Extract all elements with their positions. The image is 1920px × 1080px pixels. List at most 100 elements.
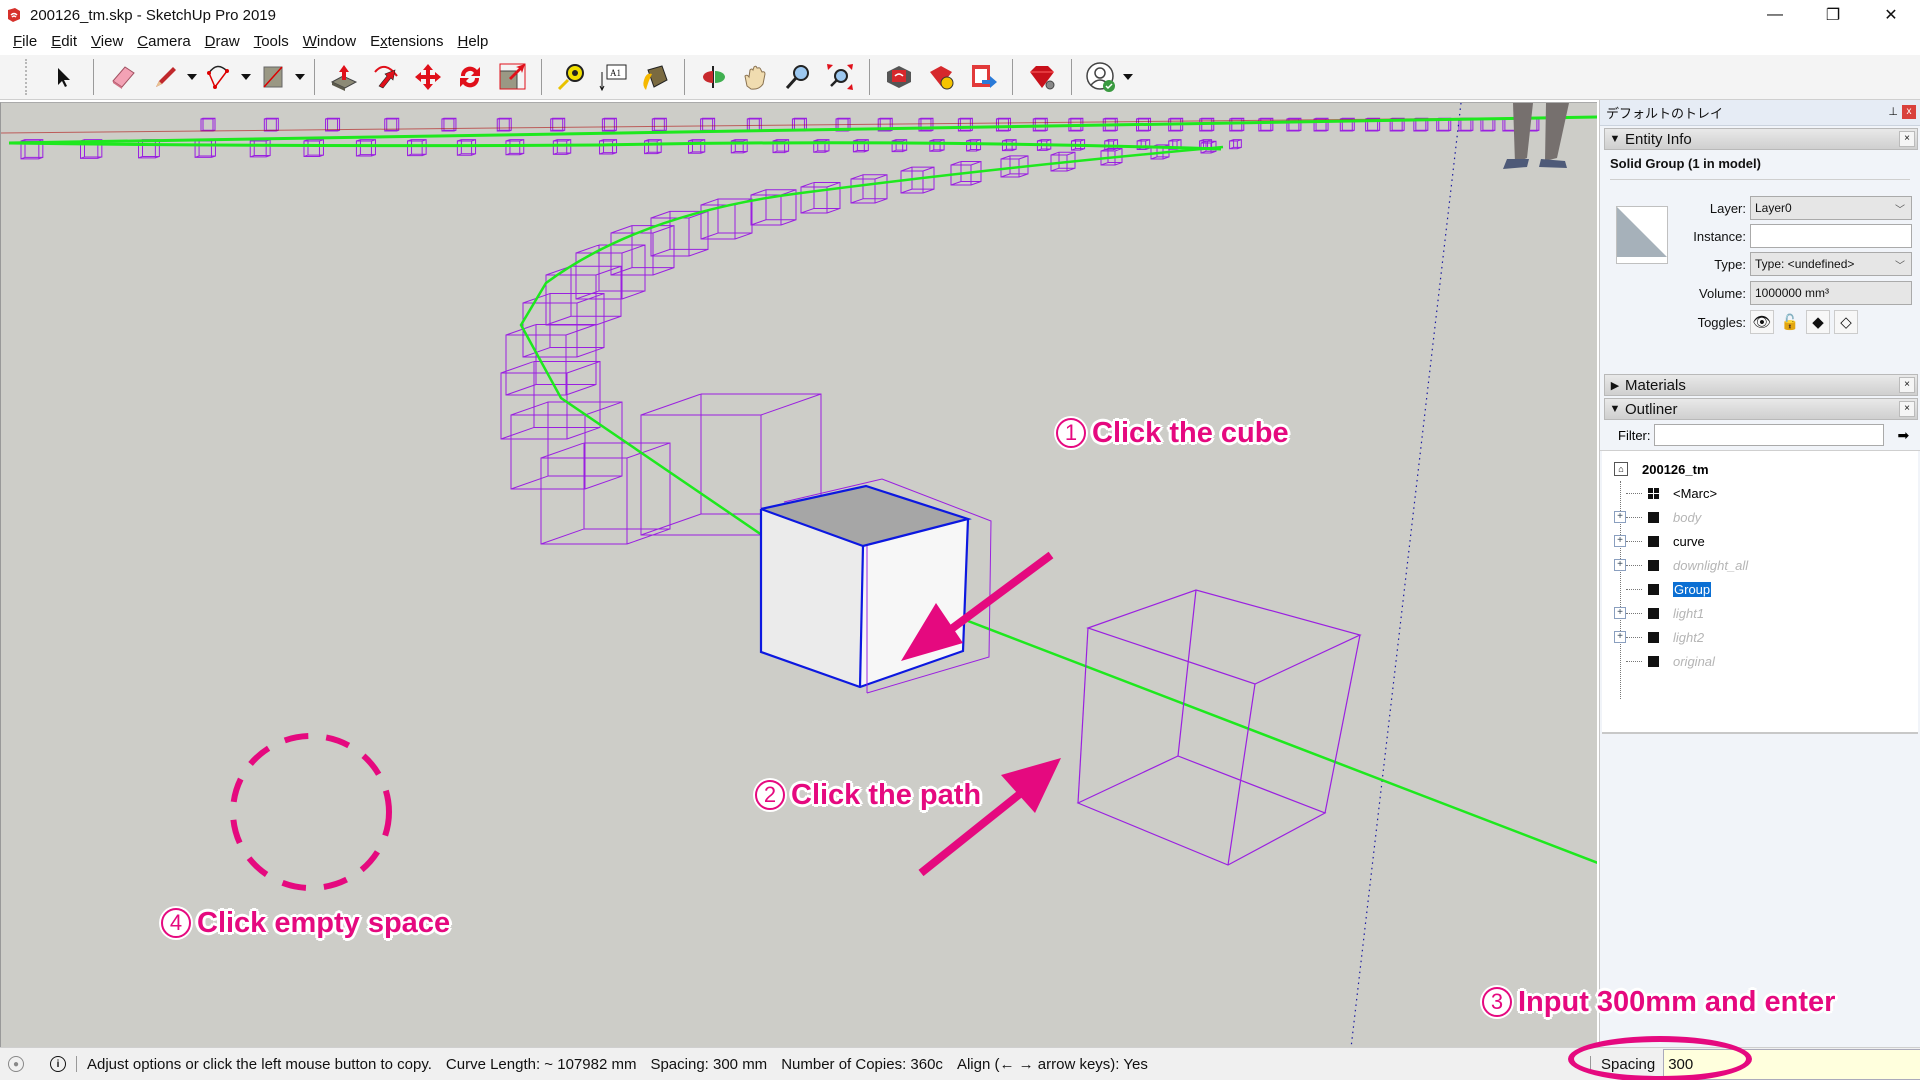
outliner-item[interactable]: Group xyxy=(1602,577,1918,601)
layer-row: Layer: Layer0 ﹀ xyxy=(1680,196,1912,220)
pin-icon[interactable]: ⊥ xyxy=(1888,105,1898,118)
toolbar-separator xyxy=(93,59,94,95)
outliner-root[interactable]: ⌂ 200126_tm xyxy=(1602,457,1918,481)
extension-warehouse-button[interactable] xyxy=(923,59,959,95)
menu-file[interactable]: File xyxy=(6,33,44,50)
outliner-item[interactable]: + curve xyxy=(1602,529,1918,553)
account-dropdown[interactable] xyxy=(1122,59,1134,95)
outliner-item[interactable]: + light2 xyxy=(1602,625,1918,649)
move-tool-button[interactable] xyxy=(410,59,446,95)
orbit-tool-button[interactable] xyxy=(696,59,732,95)
outliner-item[interactable]: original xyxy=(1602,649,1918,673)
paint-bucket-tool-button[interactable] xyxy=(637,59,673,95)
align-status: Align (← → arrow keys): Yes xyxy=(956,1055,1148,1073)
expand-plus-icon[interactable]: + xyxy=(1614,511,1626,523)
entity-info-close-button[interactable]: × xyxy=(1899,131,1915,147)
rotate-tool-button[interactable] xyxy=(452,59,488,95)
maximize-button[interactable]: ❐ xyxy=(1804,0,1862,30)
account-button[interactable] xyxy=(1083,59,1119,95)
outliner-item[interactable]: + light1 xyxy=(1602,601,1918,625)
menu-help[interactable]: Help xyxy=(450,33,495,50)
selected-cube[interactable] xyxy=(759,478,992,694)
menu-label-rest: amera xyxy=(148,32,191,50)
lock-toggle[interactable]: 🔓 xyxy=(1778,310,1802,334)
close-button[interactable]: ✕ xyxy=(1862,0,1920,30)
outliner-item-name: <Marc> xyxy=(1673,485,1718,501)
line-tool-button[interactable] xyxy=(147,59,183,95)
menu-label-pre: E xyxy=(370,32,381,50)
menu-tools[interactable]: Tools xyxy=(247,33,296,50)
3d-warehouse-button[interactable] xyxy=(881,59,917,95)
tape-measure-tool-button[interactable] xyxy=(553,59,589,95)
materials-header[interactable]: ▶ Materials × xyxy=(1604,374,1918,396)
array-copy xyxy=(644,139,662,155)
outliner-item[interactable]: + downlight_all xyxy=(1602,553,1918,577)
select-icon xyxy=(58,68,70,87)
model-name: 200126_tm xyxy=(1642,461,1709,477)
push-pull-tool-button[interactable] xyxy=(326,59,362,95)
menu-view[interactable]: View xyxy=(84,33,130,50)
geo-location-icon[interactable]: ● xyxy=(8,1056,24,1072)
receive-shadows-toggle[interactable]: ◇ xyxy=(1834,310,1858,334)
menu-window[interactable]: Window xyxy=(296,33,363,50)
instance-input[interactable] xyxy=(1750,224,1912,248)
minimize-button[interactable]: — xyxy=(1746,0,1804,30)
outliner-item[interactable]: + body xyxy=(1602,505,1918,529)
cast-shadows-toggle[interactable]: ◆ xyxy=(1806,310,1830,334)
expand-plus-icon[interactable]: + xyxy=(1614,631,1626,643)
menu-camera[interactable]: Camera xyxy=(130,33,197,50)
toolbar-grip[interactable] xyxy=(25,59,29,95)
expand-plus-icon[interactable]: + xyxy=(1614,535,1626,547)
menu-draw[interactable]: Draw xyxy=(198,33,247,50)
tray-close-button[interactable]: x xyxy=(1902,105,1916,119)
menu-extensions[interactable]: Extensions xyxy=(363,33,450,50)
array-copy xyxy=(957,117,973,132)
array-copy-preview xyxy=(1076,589,1362,866)
outliner-options-icon[interactable]: ➡ xyxy=(1898,427,1910,444)
outliner-close-button[interactable]: × xyxy=(1899,401,1915,417)
menu-edit[interactable]: Edit xyxy=(44,33,84,50)
rectangle-tool-button[interactable] xyxy=(255,59,291,95)
outliner-header[interactable]: ▼ Outliner × xyxy=(1604,398,1918,420)
scene-canvas[interactable] xyxy=(1,103,1597,1047)
array-copy xyxy=(441,117,457,132)
pan-tool-button[interactable] xyxy=(738,59,774,95)
send-to-layout-button[interactable] xyxy=(965,59,1001,95)
eraser-tool-button[interactable] xyxy=(105,59,141,95)
arc-tools-dropdown[interactable] xyxy=(240,59,252,95)
arc-tool-button[interactable] xyxy=(201,59,237,95)
path-curve-near[interactable] xyxy=(519,145,1597,864)
expand-plus-icon[interactable]: + xyxy=(1614,559,1626,571)
line-tools-dropdown[interactable] xyxy=(186,59,198,95)
instructor-info-icon[interactable]: i xyxy=(50,1056,66,1072)
expand-plus-icon[interactable]: + xyxy=(1614,607,1626,619)
modeling-viewport[interactable]: 1 Click the cube 2 Click the path 4 Click e… xyxy=(0,102,1597,1047)
visibility-toggle[interactable]: 👁 xyxy=(1750,310,1774,334)
follow-me-tool-button[interactable] xyxy=(368,59,404,95)
array-copy xyxy=(249,139,271,158)
zoom-extents-tool-button[interactable] xyxy=(822,59,858,95)
shape-tools-dropdown[interactable] xyxy=(294,59,306,95)
push-pull-icon xyxy=(330,65,358,91)
annotation-step2: 2 Click the path xyxy=(755,779,981,812)
type-select[interactable]: Type: <undefined> ﹀ xyxy=(1750,252,1912,276)
array-copy xyxy=(601,117,617,132)
layer-select[interactable]: Layer0 ﹀ xyxy=(1750,196,1912,220)
text-tool-button[interactable]: A1 xyxy=(595,59,631,95)
outliner-item[interactable]: <Marc> xyxy=(1602,481,1918,505)
entity-info-header[interactable]: ▼ Entity Info × xyxy=(1604,128,1918,150)
zoom-tool-button[interactable] xyxy=(780,59,816,95)
tree-connector xyxy=(1626,516,1642,518)
scale-tool-button[interactable] xyxy=(494,59,530,95)
materials-close-button[interactable]: × xyxy=(1899,377,1915,393)
chevron-down-icon: ﹀ xyxy=(1895,260,1905,272)
extension-manager-button[interactable] xyxy=(1024,59,1060,95)
chevron-down-icon: ﹀ xyxy=(1895,204,1905,216)
filter-input[interactable] xyxy=(1653,424,1884,446)
outliner-item-name: Group xyxy=(1673,581,1712,597)
material-swatch[interactable] xyxy=(1616,206,1668,264)
select-tool-button[interactable] xyxy=(46,59,82,95)
rotate-icon xyxy=(460,66,480,88)
spacing-info: Spacing: 300 mm xyxy=(650,1055,768,1073)
